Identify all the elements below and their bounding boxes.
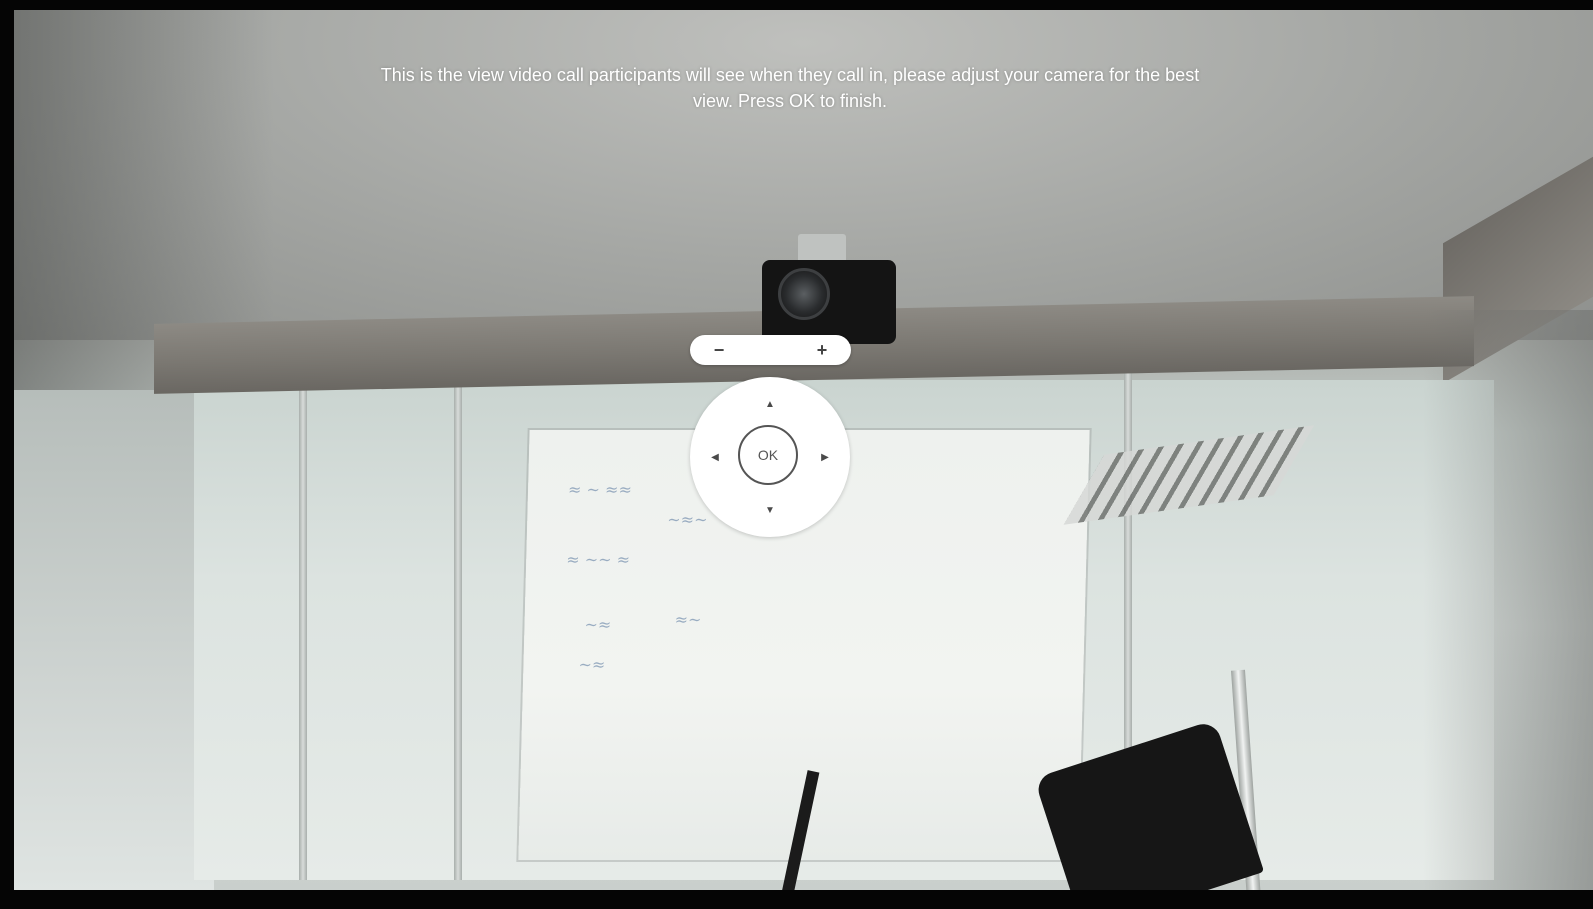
whiteboard-scribble: ≈ ~~ ≈ [565,550,631,569]
zoom-in-button[interactable]: + [797,335,847,365]
arrow-down-icon: ▼ [765,504,775,516]
glass-mullion [454,385,462,880]
zoom-control: − + [690,335,851,365]
zoom-out-button[interactable]: − [694,335,744,365]
frame-right [1423,310,1593,890]
arrow-right-icon: ▶ [821,451,829,463]
whiteboard-scribble: ≈ ~ ≈≈ [567,480,633,499]
glass-wall-left [14,390,214,890]
whiteboard-scribble: ~≈ [578,655,606,674]
zoom-in-icon: + [816,339,828,360]
instruction-text: This is the view video call participants… [270,62,1310,114]
whiteboard-scribble: ~≈~ [667,510,708,529]
whiteboard-scribble: ≈~ [674,610,702,629]
glass-mullion [299,390,307,880]
instruction-line-2: view. Press OK to finish. [692,91,888,111]
tilt-up-button[interactable]: ▲ [759,393,781,415]
instruction-line-1: This is the view video call participants… [380,65,1200,85]
ok-button[interactable]: OK [738,425,798,485]
whiteboard-scribble: ~≈ [584,615,612,634]
arrow-left-icon: ◀ [711,451,719,463]
pan-right-button[interactable]: ▶ [814,446,836,468]
pan-left-button[interactable]: ◀ [704,446,726,468]
ok-button-label: OK [757,447,779,463]
tilt-down-button[interactable]: ▼ [759,499,781,521]
zoom-out-icon: − [713,339,725,360]
camera-pan-tilt-control: ▲ ◀ OK ▶ ▼ [690,377,850,537]
arrow-up-icon: ▲ [765,398,775,410]
camera-lens [778,268,830,320]
